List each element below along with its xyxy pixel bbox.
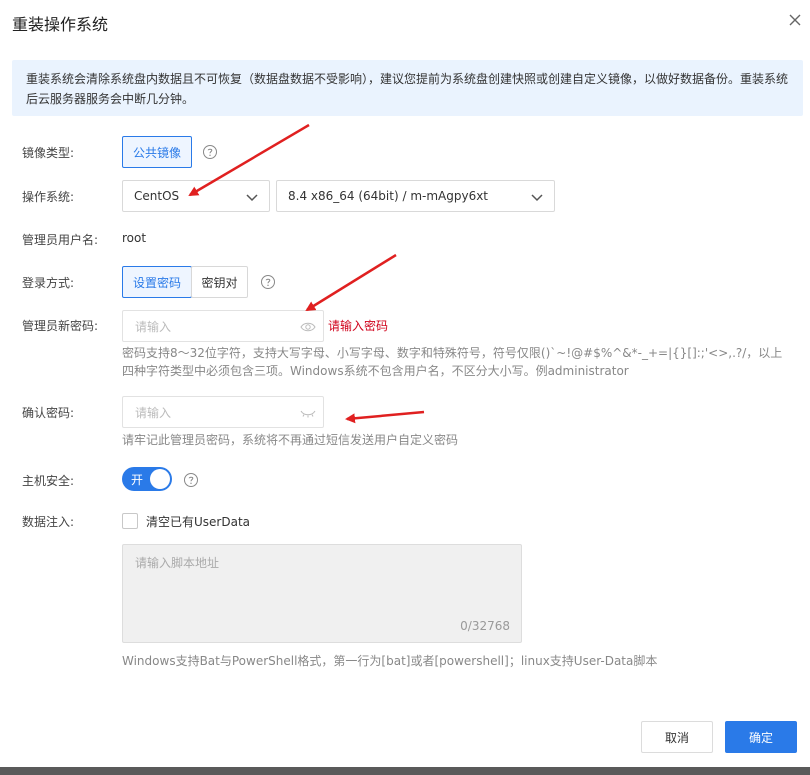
chevron-down-icon — [531, 194, 543, 202]
userdata-placeholder: 请输入脚本地址 — [135, 556, 220, 570]
confirm-button[interactable]: 确定 — [725, 721, 797, 753]
password-hint-line2: 四种字符类型中必须包含三项。Windows系统不包含用户名，不区分大小写。例ad… — [122, 364, 629, 378]
os-label: 操作系统: — [22, 190, 75, 204]
eye-icon[interactable] — [300, 320, 316, 334]
userdata-hint: Windows支持Bat与PowerShell格式，第一行为[bat]或者[po… — [122, 654, 658, 668]
toggle-text: 开 — [131, 473, 144, 487]
image-type-label: 镜像类型: — [22, 146, 75, 160]
confirm-password-placeholder: 请输入 — [135, 405, 172, 420]
confirm-password-input[interactable]: 请输入 — [122, 396, 324, 428]
key-pair-option[interactable]: 密钥对 — [191, 266, 248, 298]
confirm-password-hint: 请牢记此管理员密码，系统将不再通过短信发送用户自定义密码 — [122, 433, 459, 447]
new-password-label: 管理员新密码: — [22, 319, 99, 333]
dialog-title: 重装操作系统 — [12, 15, 109, 34]
bottom-bar — [0, 767, 810, 775]
eye-closed-icon[interactable] — [300, 406, 316, 420]
toggle-knob — [150, 469, 170, 489]
login-method-label: 登录方式: — [22, 276, 75, 290]
userdata-textarea[interactable]: 请输入脚本地址 0/32768 — [122, 544, 522, 643]
set-password-option[interactable]: 设置密码 — [122, 266, 192, 298]
os-version-value: 8.4 x86_64 (64bit) / m-mAgpy6xt — [288, 189, 489, 203]
password-error: 请输入密码 — [328, 319, 389, 333]
admin-user-value: root — [122, 231, 147, 245]
clear-userdata-checkbox[interactable] — [122, 513, 138, 529]
annotation-arrow-password — [305, 253, 397, 312]
os-distro-value: CentOS — [134, 189, 180, 203]
password-hint-line1: 密码支持8～32位字符，支持大写字母、小写字母、数字和特殊符号，符号仅限()`~… — [122, 346, 783, 360]
warning-notice: 重装系统会清除系统盘内数据且不可恢复（数据盘数据不受影响），建议您提前为系统盘创… — [12, 60, 803, 116]
new-password-input[interactable]: 请输入 — [122, 310, 324, 342]
userdata-counter: 0/32768 — [460, 619, 510, 633]
os-distro-select[interactable]: CentOS — [122, 180, 270, 212]
annotation-arrow-confirm — [345, 410, 425, 424]
confirm-password-label: 确认密码: — [22, 406, 75, 420]
os-version-select[interactable]: 8.4 x86_64 (64bit) / m-mAgpy6xt — [276, 180, 555, 212]
help-icon[interactable] — [202, 144, 218, 160]
help-icon[interactable] — [260, 274, 276, 290]
public-image-button[interactable]: 公共镜像 — [122, 136, 192, 168]
host-security-toggle[interactable]: 开 — [122, 467, 172, 491]
chevron-down-icon — [246, 194, 258, 202]
new-password-placeholder: 请输入 — [135, 319, 172, 334]
admin-user-label: 管理员用户名: — [22, 233, 99, 247]
host-security-label: 主机安全: — [22, 474, 75, 488]
clear-userdata-label[interactable]: 清空已有UserData — [146, 513, 250, 530]
cancel-button[interactable]: 取消 — [641, 721, 713, 753]
help-icon[interactable] — [183, 472, 199, 488]
user-data-label: 数据注入: — [22, 515, 75, 529]
close-icon[interactable] — [787, 12, 803, 28]
